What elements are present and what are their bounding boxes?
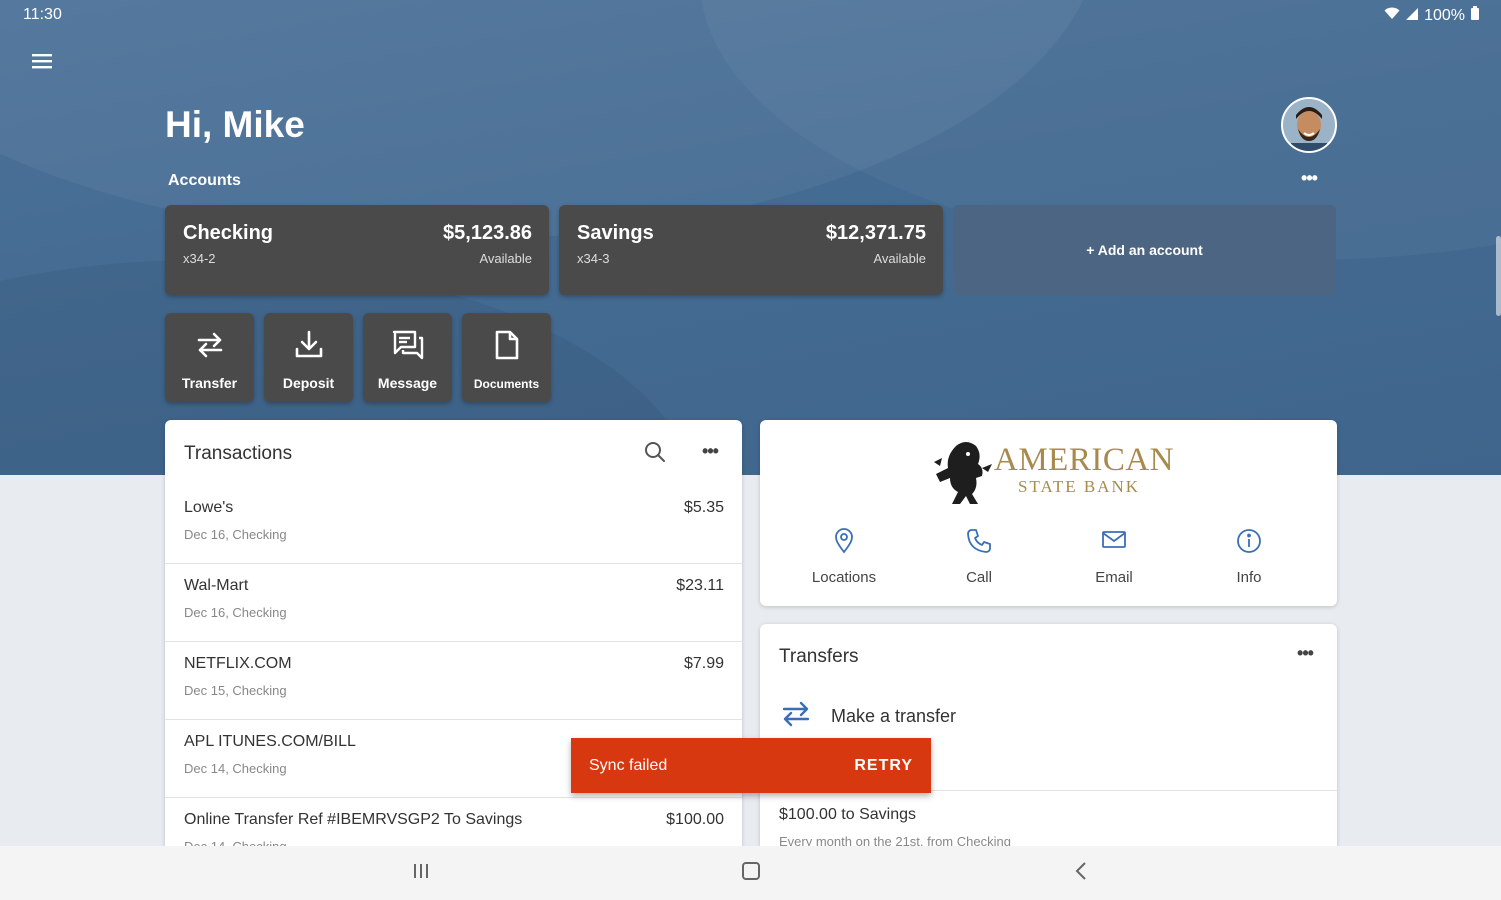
account-card-savings[interactable]: Savings x34-3 $12,371.75 Available: [559, 205, 943, 295]
contact-label: Call: [966, 569, 992, 586]
hamburger-icon: [32, 53, 52, 74]
account-name: Savings: [577, 222, 654, 244]
transaction-meta: Dec 14, Checking: [184, 761, 287, 776]
wifi-icon: [1384, 7, 1400, 25]
account-number: x34-2: [183, 251, 216, 266]
transaction-row[interactable]: Lowe's Dec 16, Checking $5.35: [165, 486, 742, 564]
transaction-row[interactable]: NETFLIX.COM Dec 15, Checking $7.99: [165, 642, 742, 720]
message-icon: [363, 329, 452, 361]
bank-logo: AMERICAN STATE BANK: [932, 438, 1175, 512]
make-transfer-button[interactable]: Make a transfer: [779, 696, 1079, 736]
scrollbar[interactable]: [1496, 236, 1501, 316]
snackbar-message: Sync failed: [589, 756, 668, 774]
account-balance: $12,371.75: [825, 222, 926, 244]
status-time: 11:30: [23, 6, 62, 23]
transaction-meta: Dec 16, Checking: [184, 527, 287, 542]
documents-icon: [462, 329, 551, 361]
call-button[interactable]: Call: [909, 528, 1049, 586]
transaction-amount: $7.99: [683, 655, 724, 672]
info-icon: [1179, 528, 1319, 554]
transaction-amount: $23.11: [676, 577, 724, 594]
locations-button[interactable]: Locations: [774, 528, 914, 586]
lion-emblem-icon: [934, 442, 992, 504]
message-action-button[interactable]: Message: [363, 313, 452, 402]
system-nav-bar: [0, 846, 1501, 900]
scheduled-transfer-item[interactable]: $100.00 to Savings Every month on the 21…: [779, 806, 1011, 849]
back-button[interactable]: [1051, 846, 1111, 900]
accounts-more-button[interactable]: •••: [1296, 168, 1322, 188]
home-icon: [741, 861, 761, 886]
menu-button[interactable]: [29, 50, 55, 76]
bank-name-line2: STATE BANK: [1018, 477, 1141, 496]
action-label: Deposit: [282, 375, 335, 391]
status-bar: 11:30 100%: [0, 0, 1501, 30]
signal-icon: [1406, 7, 1419, 25]
account-name: Checking: [183, 222, 274, 244]
transfer-icon: [779, 697, 813, 736]
deposit-icon: [264, 329, 353, 361]
home-button[interactable]: [721, 846, 781, 900]
avatar[interactable]: [1281, 97, 1337, 153]
back-icon: [1074, 861, 1088, 886]
transactions-title: Transactions: [184, 443, 293, 464]
bank-name-line1: AMERICAN: [994, 442, 1175, 478]
add-account-button[interactable]: + Add an account: [953, 205, 1336, 295]
location-pin-icon: [774, 528, 914, 554]
account-available-label: Available: [479, 251, 532, 266]
phone-icon: [909, 528, 1049, 554]
retry-button[interactable]: RETRY: [854, 757, 913, 775]
contact-label: Info: [1236, 569, 1262, 586]
account-card-checking[interactable]: Checking x34-2 $5,123.86 Available: [165, 205, 549, 295]
transactions-more-button[interactable]: •••: [695, 440, 725, 462]
transfer-icon: [165, 329, 254, 361]
accounts-label: Accounts: [168, 172, 241, 189]
email-icon: [1044, 528, 1184, 554]
account-available-label: Available: [873, 251, 926, 266]
transaction-description: Online Transfer Ref #IBEMRVSGP2 To Savin…: [184, 811, 523, 828]
action-label: Message: [377, 375, 438, 391]
transaction-meta: Dec 16, Checking: [184, 605, 287, 620]
info-button[interactable]: Info: [1179, 528, 1319, 586]
bank-info-panel: AMERICAN STATE BANK Locations Call Email…: [760, 420, 1337, 606]
recent-apps-button[interactable]: [391, 846, 451, 900]
email-button[interactable]: Email: [1044, 528, 1184, 586]
make-transfer-label: Make a transfer: [831, 705, 957, 726]
contact-label: Email: [1095, 569, 1133, 586]
transaction-row[interactable]: Wal-Mart Dec 16, Checking $23.11: [165, 564, 742, 642]
action-label: Transfer: [181, 375, 238, 391]
contact-label: Locations: [811, 569, 877, 586]
transaction-description: Wal-Mart: [184, 577, 249, 594]
transaction-description: NETFLIX.COM: [184, 655, 292, 672]
action-label: Documents: [473, 377, 540, 391]
search-icon[interactable]: [643, 440, 667, 464]
scheduled-transfer-title: $100.00 to Savings: [779, 806, 916, 823]
transfers-title: Transfers: [779, 646, 859, 667]
deposit-action-button[interactable]: Deposit: [264, 313, 353, 402]
transaction-description: Lowe's: [184, 499, 234, 516]
transaction-amount: $5.35: [683, 499, 724, 516]
sync-failed-snackbar: Sync failed RETRY: [571, 738, 931, 793]
transaction-description: APL ITUNES.COM/BILL: [184, 733, 356, 750]
documents-action-button[interactable]: Documents: [462, 313, 551, 402]
account-balance: $5,123.86: [443, 222, 532, 244]
status-icons: 100%: [1384, 6, 1479, 25]
battery-icon: [1471, 6, 1479, 25]
transactions-panel: Transactions ••• Lowe's Dec 16, Checking…: [165, 420, 742, 860]
account-number: x34-3: [577, 251, 610, 266]
transaction-amount: $100.00: [666, 811, 724, 828]
greeting-title: Hi, Mike: [165, 104, 305, 145]
battery-level: 100%: [1424, 6, 1465, 24]
transaction-meta: Dec 15, Checking: [184, 683, 287, 698]
transfers-more-button[interactable]: •••: [1290, 642, 1320, 664]
transfer-action-button[interactable]: Transfer: [165, 313, 254, 402]
recent-apps-icon: [412, 863, 430, 884]
